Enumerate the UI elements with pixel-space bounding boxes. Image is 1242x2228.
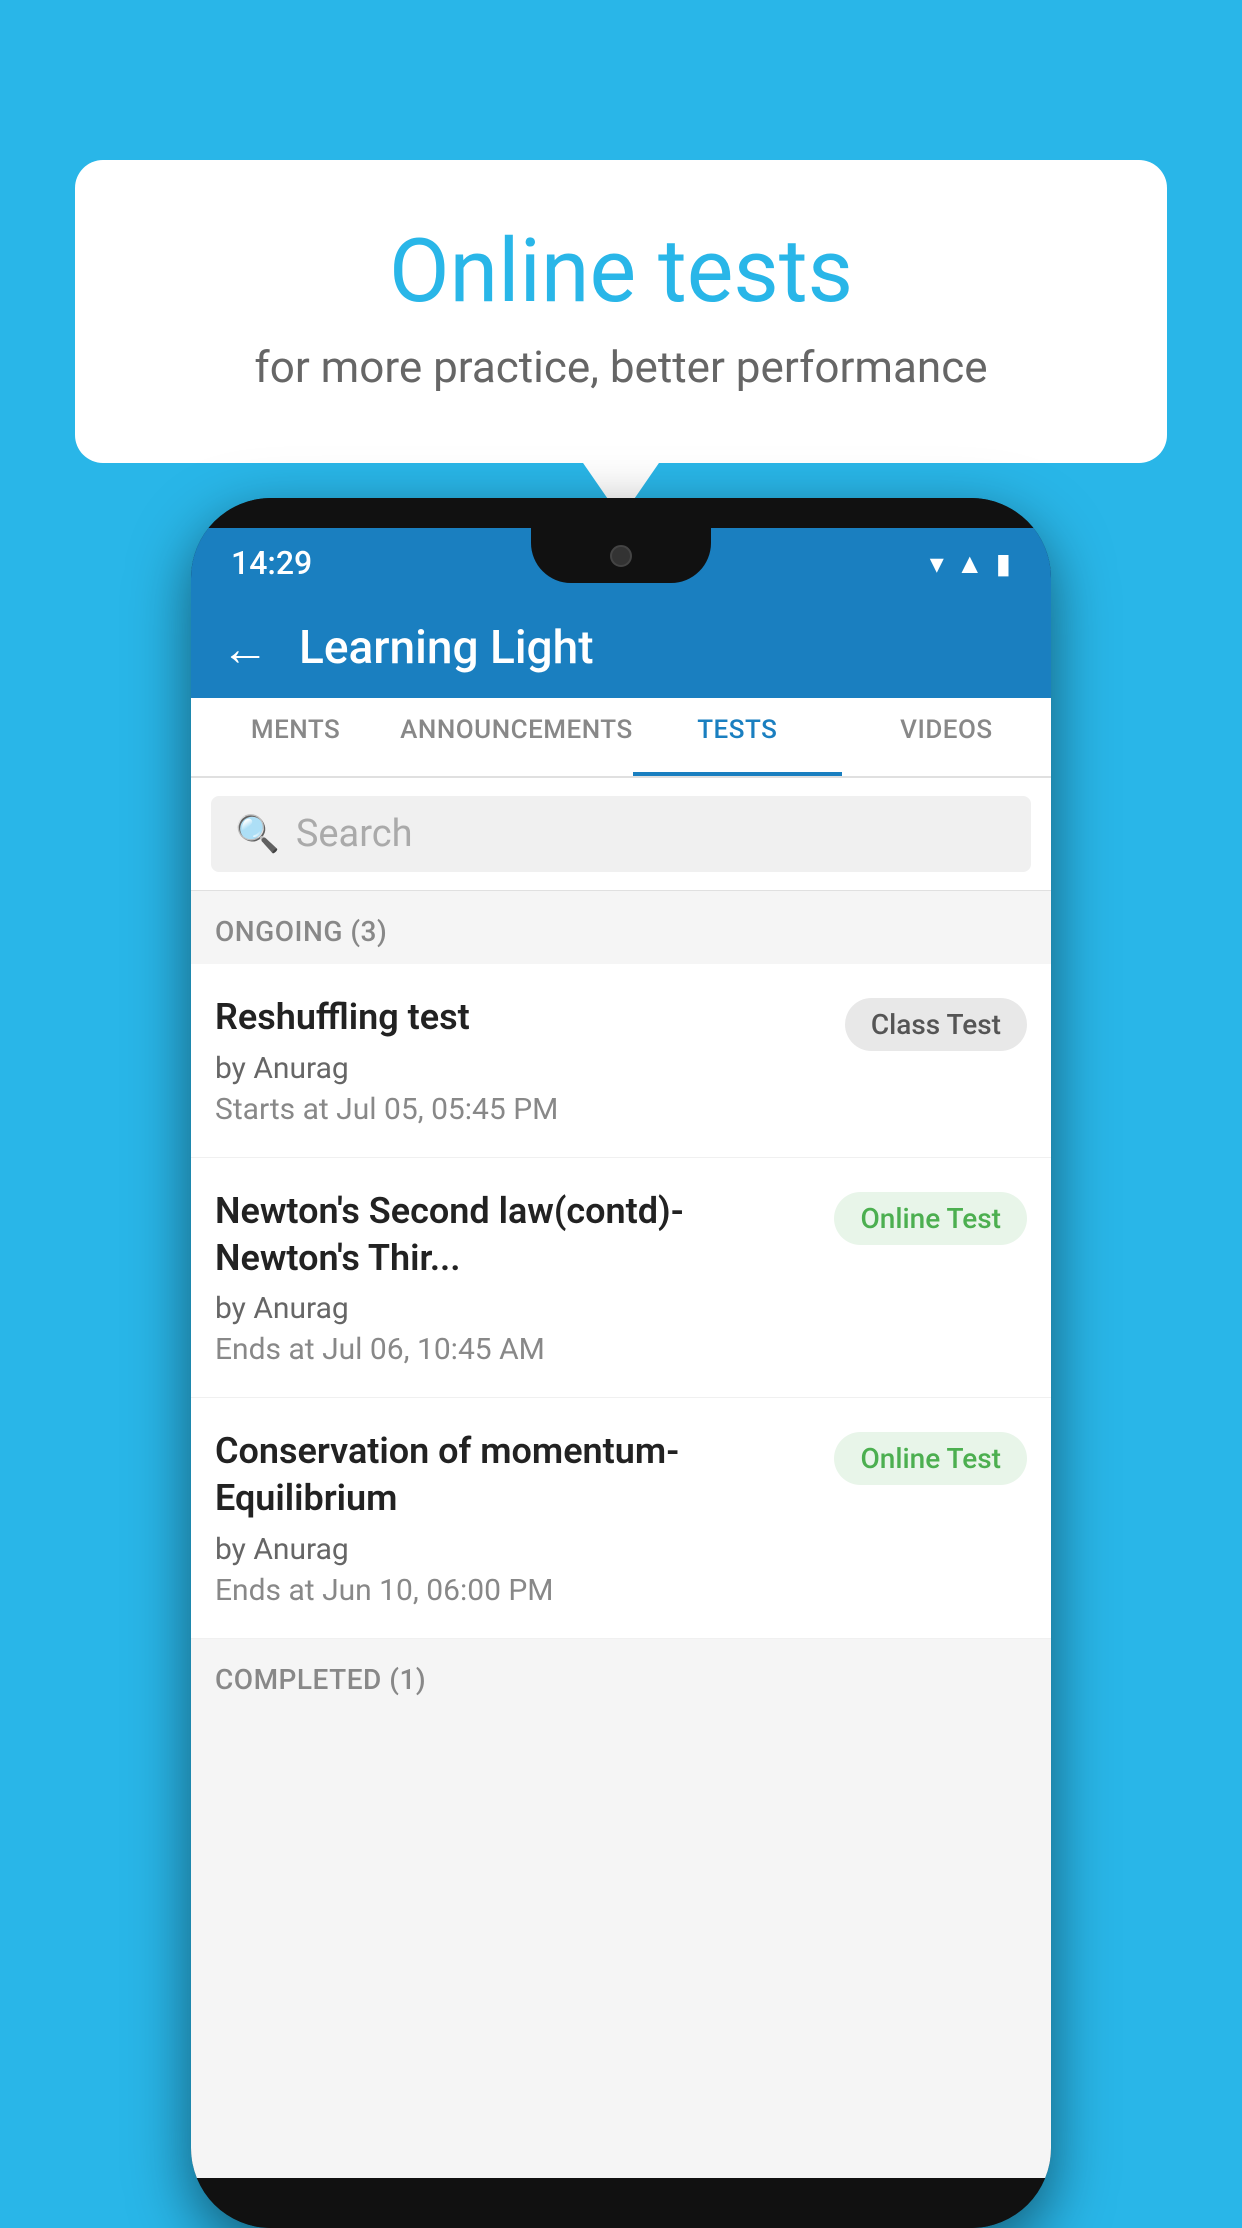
test-badge-2: Online Test (834, 1192, 1027, 1245)
speech-bubble: Online tests for more practice, better p… (75, 160, 1167, 463)
battery-icon: ▮ (996, 547, 1011, 580)
test-date-2: Ends at Jul 06, 10:45 AM (215, 1332, 814, 1367)
phone-bottom-bezel (191, 2178, 1051, 2228)
tab-videos[interactable]: VIDEOS (842, 698, 1051, 776)
notch (531, 528, 711, 583)
search-bar[interactable]: 🔍 Search (211, 796, 1031, 872)
phone-content: 🔍 Search ONGOING (3) Reshuffling test by… (191, 778, 1051, 2178)
completed-title: COMPLETED (1) (215, 1663, 426, 1696)
wifi-icon: ▾ (930, 547, 944, 580)
phone-wrapper: 14:29 ▾ ▲ ▮ ← Learning Light MENTS ANNOU… (191, 498, 1051, 2228)
search-input[interactable]: Search (296, 812, 413, 856)
signal-icon: ▲ (956, 547, 984, 580)
test-author-3: by Anurag (215, 1532, 814, 1567)
test-title-3: Conservation of momentum-Equilibrium (215, 1428, 814, 1522)
tab-tests[interactable]: TESTS (633, 698, 842, 776)
test-author-2: by Anurag (215, 1291, 814, 1326)
test-item-3[interactable]: Conservation of momentum-Equilibrium by … (191, 1398, 1051, 1639)
test-date-1: Starts at Jul 05, 05:45 PM (215, 1092, 825, 1127)
app-bar: ← Learning Light (191, 598, 1051, 698)
status-time: 14:29 (231, 544, 312, 582)
test-info-2: Newton's Second law(contd)-Newton's Thir… (215, 1188, 834, 1368)
test-badge-1: Class Test (845, 998, 1027, 1051)
tab-bar: MENTS ANNOUNCEMENTS TESTS VIDEOS (191, 698, 1051, 778)
test-item-1[interactable]: Reshuffling test by Anurag Starts at Jul… (191, 964, 1051, 1158)
status-bar: 14:29 ▾ ▲ ▮ (191, 528, 1051, 598)
bubble-subtitle: for more practice, better performance (155, 341, 1087, 393)
phone-frame: 14:29 ▾ ▲ ▮ ← Learning Light MENTS ANNOU… (191, 498, 1051, 2228)
test-info-3: Conservation of momentum-Equilibrium by … (215, 1428, 834, 1608)
app-title: Learning Light (299, 621, 594, 675)
tab-announcements[interactable]: ANNOUNCEMENTS (400, 698, 633, 776)
camera (610, 545, 632, 567)
search-container: 🔍 Search (191, 778, 1051, 891)
ongoing-section-header: ONGOING (3) (191, 891, 1051, 964)
phone-top-bezel (191, 498, 1051, 528)
test-list: Reshuffling test by Anurag Starts at Jul… (191, 964, 1051, 1639)
back-button[interactable]: ← (221, 620, 269, 677)
test-info-1: Reshuffling test by Anurag Starts at Jul… (215, 994, 845, 1127)
test-badge-3: Online Test (834, 1432, 1027, 1485)
search-icon: 🔍 (235, 813, 280, 855)
test-author-1: by Anurag (215, 1051, 825, 1086)
status-icons: ▾ ▲ ▮ (930, 547, 1011, 580)
test-title-1: Reshuffling test (215, 994, 825, 1041)
test-item-2[interactable]: Newton's Second law(contd)-Newton's Thir… (191, 1158, 1051, 1399)
completed-section-header: COMPLETED (1) (191, 1639, 1051, 1712)
test-date-3: Ends at Jun 10, 06:00 PM (215, 1573, 814, 1608)
bubble-title: Online tests (155, 220, 1087, 323)
tab-ments[interactable]: MENTS (191, 698, 400, 776)
test-title-2: Newton's Second law(contd)-Newton's Thir… (215, 1188, 814, 1282)
ongoing-title: ONGOING (3) (215, 915, 387, 948)
